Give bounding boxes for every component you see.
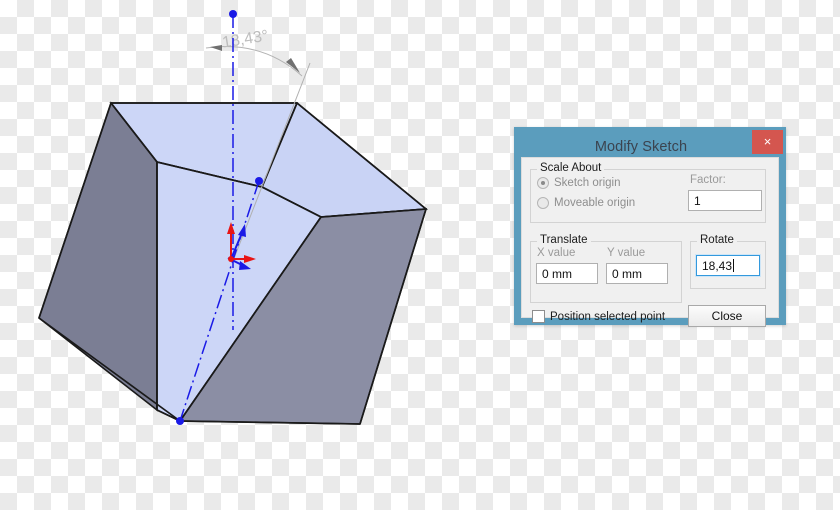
radio-sketch-origin-label: Sketch origin xyxy=(554,177,621,189)
angle-dimension-label: 18,43° xyxy=(221,28,270,52)
text-caret xyxy=(733,259,735,272)
scale-about-legend: Scale About xyxy=(537,162,605,174)
radio-moveable-origin[interactable]: Moveable origin xyxy=(537,197,635,209)
cad-viewport[interactable]: 18,43° xyxy=(0,0,470,460)
y-value-input[interactable]: 0 mm xyxy=(606,263,668,284)
position-selected-point-label: Position selected point xyxy=(550,310,666,323)
close-icon[interactable]: × xyxy=(752,130,783,154)
origin-marker[interactable] xyxy=(228,256,234,262)
sketch-point-top[interactable] xyxy=(229,10,237,18)
dialog-body: Scale About Sketch origin Moveable origi… xyxy=(521,157,779,327)
rotate-group: Rotate 18,43 xyxy=(690,234,766,289)
rotate-input[interactable]: 18,43 xyxy=(695,254,761,277)
sketch-point-bottom-origin[interactable] xyxy=(176,417,184,425)
rotate-input-value: 18,43 xyxy=(702,259,733,273)
rotate-legend: Rotate xyxy=(697,234,737,246)
translate-group: Translate X value Y value 0 mm 0 mm xyxy=(530,234,682,303)
radio-unselected-icon xyxy=(537,197,549,209)
translate-legend: Translate xyxy=(537,234,591,246)
y-value-label: Y value xyxy=(607,247,646,259)
dimension-arrow-left xyxy=(210,45,222,51)
screenshot-root: 18,43° Modify Sketch × Scale About Sketc… xyxy=(0,0,840,510)
radio-selected-icon xyxy=(537,177,549,189)
dialog-titlebar[interactable]: Modify Sketch × xyxy=(520,130,783,160)
close-button[interactable]: Close xyxy=(688,305,766,327)
radio-sketch-origin[interactable]: Sketch origin xyxy=(537,177,620,189)
position-selected-point-checkbox[interactable]: Position selected point xyxy=(532,310,665,323)
x-value-label: X value xyxy=(537,247,576,259)
checkbox-unchecked-icon xyxy=(532,310,545,323)
factor-input[interactable]: 1 xyxy=(688,190,762,211)
radio-moveable-origin-label: Moveable origin xyxy=(554,197,636,209)
factor-label: Factor: xyxy=(690,174,726,186)
face-left-dark xyxy=(38,101,158,412)
sketch-point-mid[interactable] xyxy=(255,177,263,185)
dialog-title: Modify Sketch xyxy=(594,138,688,155)
x-value-input[interactable]: 0 mm xyxy=(536,263,598,284)
modify-sketch-dialog[interactable]: Modify Sketch × Scale About Sketch origi… xyxy=(514,127,786,327)
